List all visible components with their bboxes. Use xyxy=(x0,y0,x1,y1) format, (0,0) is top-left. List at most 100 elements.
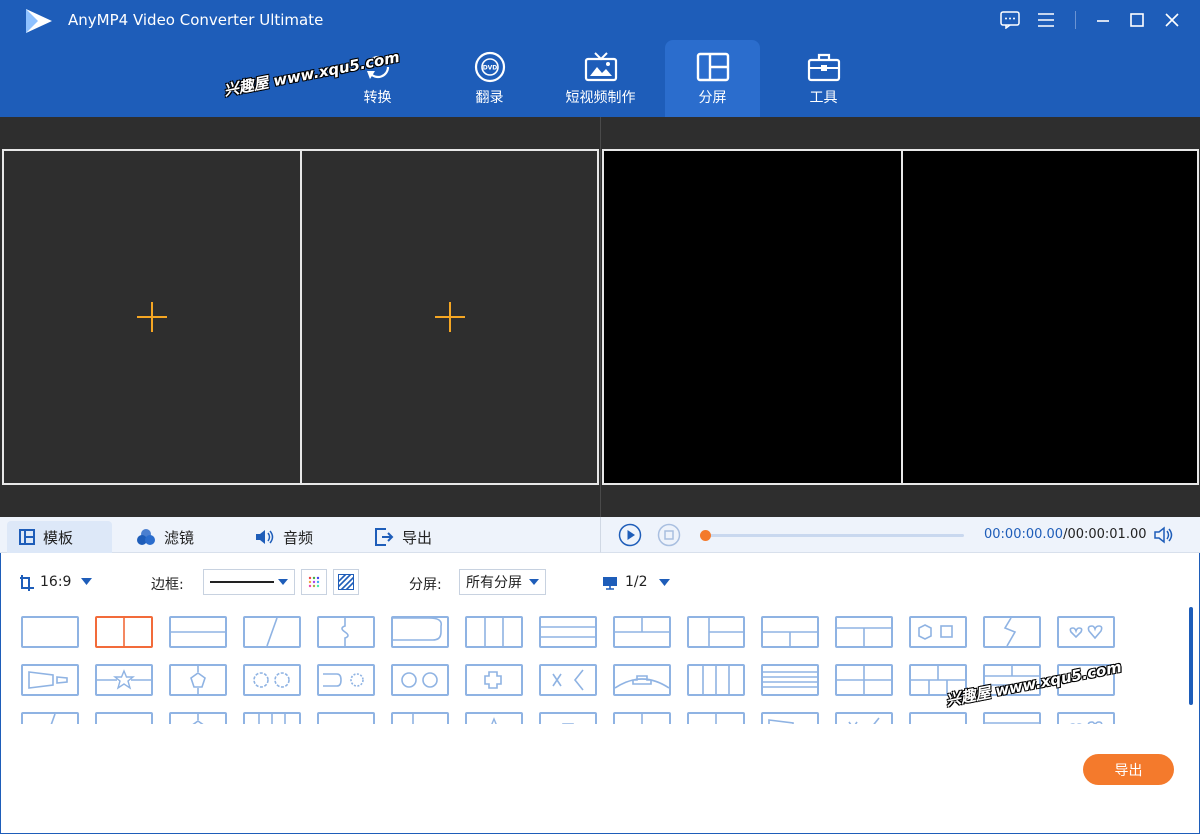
layout-template[interactable] xyxy=(983,616,1041,648)
hatch-pattern-icon xyxy=(338,574,354,590)
layout-template[interactable] xyxy=(983,712,1041,724)
tab-rip[interactable]: DVD 翻录 xyxy=(442,40,537,117)
svg-text:DVD: DVD xyxy=(482,65,497,72)
layout-template[interactable] xyxy=(21,664,79,696)
layout-template[interactable] xyxy=(95,616,153,648)
layout-template[interactable] xyxy=(835,712,893,724)
layout-template[interactable] xyxy=(1057,616,1115,648)
layout-template[interactable] xyxy=(95,712,153,724)
layout-template[interactable] xyxy=(317,664,375,696)
layout-template[interactable] xyxy=(243,616,301,648)
progress-track[interactable] xyxy=(704,534,964,537)
tab-filter-label: 滤镜 xyxy=(164,528,195,547)
layout-template[interactable] xyxy=(539,664,597,696)
border-line-preview xyxy=(210,581,274,583)
tab-audio[interactable]: 音频 xyxy=(243,521,325,553)
layout-template[interactable] xyxy=(761,664,819,696)
layout-template[interactable] xyxy=(687,712,745,724)
volume-icon[interactable] xyxy=(1154,526,1176,544)
layout-template[interactable] xyxy=(613,712,671,724)
layout-template[interactable] xyxy=(465,664,523,696)
border-label: 边框: xyxy=(151,577,184,593)
layout-template[interactable] xyxy=(613,664,671,696)
layout-template[interactable] xyxy=(539,616,597,648)
template-scrollbar[interactable] xyxy=(1189,607,1193,705)
color-dots-icon xyxy=(308,576,320,588)
monitor-icon xyxy=(603,577,617,590)
page-dropdown-arrow-icon[interactable] xyxy=(659,579,670,586)
split-label: 分屏: xyxy=(409,577,442,593)
layout-template[interactable] xyxy=(391,664,449,696)
tab-tools[interactable]: 工具 xyxy=(776,40,871,117)
layout-template[interactable] xyxy=(761,616,819,648)
split-screen-editor xyxy=(0,117,600,517)
total-time: /00:00:01.00 xyxy=(1063,527,1147,542)
aspect-ratio-value[interactable]: 16:9 xyxy=(40,574,71,590)
tab-template[interactable]: 模板 xyxy=(7,521,112,553)
border-style-dropdown[interactable] xyxy=(203,569,295,595)
tab-convert-label: 转换 xyxy=(363,90,392,106)
player-controls: 00:00:00.00/00:00:01.00 xyxy=(600,517,1200,553)
layout-template[interactable] xyxy=(835,616,893,648)
add-video-icon[interactable] xyxy=(434,302,465,332)
filter-icon xyxy=(137,529,155,545)
progress-knob[interactable] xyxy=(700,530,711,541)
editor-cell-1[interactable] xyxy=(2,149,302,485)
add-video-icon[interactable] xyxy=(137,302,167,332)
bottom-tab-bar: 模板 滤镜 音频 导出 xyxy=(0,517,600,553)
layout-template[interactable] xyxy=(465,616,523,648)
layout-template[interactable] xyxy=(835,664,893,696)
tab-export[interactable]: 导出 xyxy=(362,521,444,553)
aspect-dropdown-arrow-icon[interactable] xyxy=(81,578,92,585)
tab-short-video[interactable]: 短视频制作 xyxy=(553,40,648,117)
minimize-icon[interactable] xyxy=(1091,8,1115,32)
feedback-icon[interactable] xyxy=(998,8,1022,32)
layout-template[interactable] xyxy=(21,712,79,724)
layout-template[interactable] xyxy=(21,616,79,648)
layout-template[interactable] xyxy=(1057,712,1115,724)
close-icon[interactable] xyxy=(1160,8,1184,32)
layout-template[interactable] xyxy=(465,712,523,724)
template-grid xyxy=(0,604,1188,724)
layout-template[interactable] xyxy=(909,616,967,648)
border-pattern-button[interactable] xyxy=(333,569,359,595)
tab-rip-label: 翻录 xyxy=(475,90,504,106)
app-logo-icon xyxy=(26,9,52,33)
dvd-icon: DVD xyxy=(470,50,510,84)
layout-template[interactable] xyxy=(169,616,227,648)
editor-cell-2[interactable] xyxy=(300,149,599,485)
layout-template[interactable] xyxy=(317,712,375,724)
layout-template[interactable] xyxy=(169,664,227,696)
export-button[interactable]: 导出 xyxy=(1083,754,1174,785)
play-button[interactable] xyxy=(618,523,642,547)
tab-filter[interactable]: 滤镜 xyxy=(124,521,206,553)
preview-cell-2 xyxy=(901,149,1199,485)
app-title: AnyMP4 Video Converter Ultimate xyxy=(68,11,324,29)
layout-template[interactable] xyxy=(761,712,819,724)
tab-split-screen[interactable]: 分屏 xyxy=(665,40,760,117)
layout-template[interactable] xyxy=(391,616,449,648)
split-screen-icon xyxy=(693,50,733,84)
maximize-icon[interactable] xyxy=(1125,8,1149,32)
layout-template[interactable] xyxy=(243,664,301,696)
layout-template[interactable] xyxy=(243,712,301,724)
template-page-indicator: 1/2 xyxy=(625,574,648,590)
layout-template[interactable] xyxy=(539,712,597,724)
chevron-down-icon xyxy=(278,579,288,585)
aspect-ratio-icon xyxy=(20,575,34,591)
layout-template[interactable] xyxy=(687,616,745,648)
layout-template[interactable] xyxy=(169,712,227,724)
layout-template[interactable] xyxy=(909,712,967,724)
border-color-button[interactable] xyxy=(301,569,327,595)
layout-template[interactable] xyxy=(391,712,449,724)
template-icon xyxy=(19,529,35,545)
layout-template[interactable] xyxy=(95,664,153,696)
stop-button[interactable] xyxy=(657,523,681,547)
tab-short-video-label: 短视频制作 xyxy=(565,90,636,106)
layout-template[interactable] xyxy=(317,616,375,648)
layout-template[interactable] xyxy=(687,664,745,696)
menu-icon[interactable] xyxy=(1034,8,1058,32)
layout-template[interactable] xyxy=(613,616,671,648)
split-filter-dropdown[interactable]: 所有分屏 xyxy=(459,569,546,595)
options-row: 16:9 边框: 分屏: 所有分屏 1/2 xyxy=(0,564,1200,600)
